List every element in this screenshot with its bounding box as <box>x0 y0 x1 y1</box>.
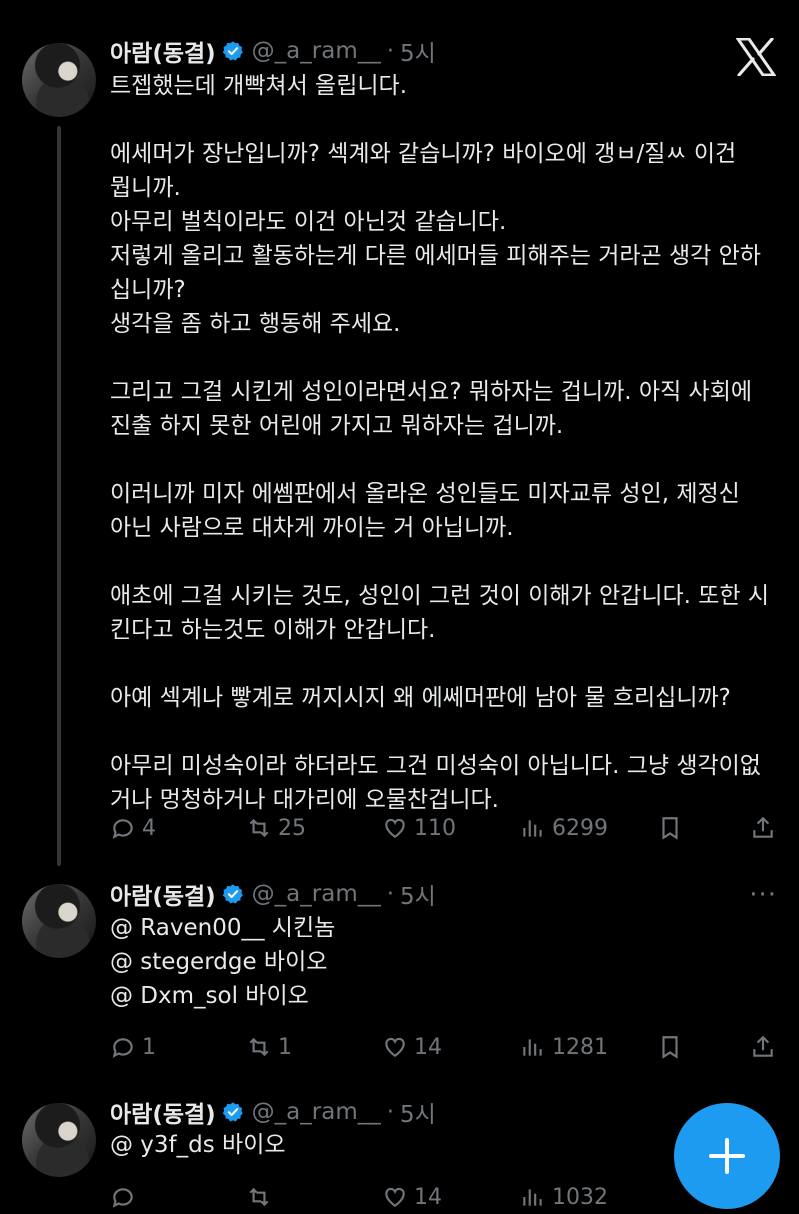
repost-count: 25 <box>278 815 306 841</box>
plus-icon <box>709 1138 745 1174</box>
separator-dot: · <box>386 881 395 907</box>
views-count: 1281 <box>552 1034 608 1060</box>
avatar[interactable] <box>22 1103 96 1177</box>
author-name[interactable]: 아람(동결) <box>110 34 216 68</box>
avatar[interactable] <box>22 884 96 958</box>
author-name[interactable]: 아람(동결) <box>110 877 216 911</box>
text-line: @ Raven00__ 시킨놈 <box>110 915 336 941</box>
text-line: 그리고 그걸 시킨게 성인이라면서요? 뭐하자는 겁니까. 아직 사회에 <box>110 379 753 405</box>
like-button[interactable]: 14 <box>382 1030 442 1064</box>
tweet-time[interactable]: 5시 <box>400 34 436 68</box>
reply-icon <box>112 819 133 839</box>
text-line: 아닌 사람으로 대차게 까이는 거 아닙니까. <box>110 515 514 541</box>
repost-button[interactable] <box>246 1180 278 1214</box>
text-line: 아무리 벌칙이라도 이건 아닌것 같습니다. <box>110 209 507 235</box>
verified-badge-icon <box>222 41 243 61</box>
tweet-actions: 1 1 14 1281 <box>110 1030 780 1064</box>
views-icon <box>523 1189 542 1206</box>
text-line: 트젭했는데 개빡쳐서 올립니다. <box>110 73 408 99</box>
tweet-text: @ Raven00__ 시킨놈 @ stegerdge 바이오 @ Dxm_so… <box>110 911 780 1013</box>
repost-button[interactable]: 25 <box>246 811 306 845</box>
share-button[interactable] <box>750 811 776 845</box>
tweet-header: 아람(동결) @_a_ram__ · 5시 <box>110 34 436 68</box>
tweet-text: 트젭했는데 개빡쳐서 올립니다. 에세머가 장난입니까? 섹계와 같습니까? 바… <box>110 69 780 817</box>
separator-dot: · <box>386 1099 395 1125</box>
views-count: 1032 <box>552 1184 608 1210</box>
like-count: 14 <box>414 1184 442 1210</box>
reply-button[interactable]: 4 <box>110 811 156 845</box>
text-line: 이러니까 미자 에쎔판에서 올라온 성인들도 미자교류 성인, 제정신 <box>110 481 740 507</box>
separator-dot: · <box>386 38 395 64</box>
bookmark-button[interactable] <box>657 1030 683 1064</box>
reply-icon <box>112 1038 133 1058</box>
text-line: 킨다고 하는것도 이해가 안갑니다. <box>110 617 436 643</box>
reply-button[interactable] <box>110 1180 142 1214</box>
like-button[interactable]: 14 <box>382 1180 442 1214</box>
text-line: 십니까? <box>110 277 186 303</box>
text-line: 아무리 미성숙이라 하더라도 그건 미성숙이 아닙니다. 그냥 생각이없 <box>110 753 761 779</box>
views-button[interactable]: 6299 <box>520 811 608 845</box>
text-line: 아예 섹계나 빻계로 꺼지시지 왜 에쎄머판에 남아 물 흐리십니까? <box>110 685 731 711</box>
avatar[interactable] <box>22 43 96 117</box>
text-line: @ Dxm_sol 바이오 <box>110 983 309 1009</box>
like-count: 110 <box>414 815 456 841</box>
author-handle[interactable]: @_a_ram__ <box>252 881 381 907</box>
share-icon <box>753 1035 773 1057</box>
views-count: 6299 <box>552 815 608 841</box>
text-line: 뭡니까. <box>110 175 181 201</box>
thread-line <box>57 126 61 866</box>
repost-icon <box>249 1187 269 1207</box>
reply-count: 1 <box>142 1034 156 1060</box>
repost-icon <box>249 818 269 838</box>
share-icon <box>753 816 773 838</box>
text-line: 진출 하지 못한 어린애 가지고 뭐하자는 겁니까. <box>110 413 564 439</box>
author-handle[interactable]: @_a_ram__ <box>252 1099 381 1125</box>
like-count: 14 <box>414 1034 442 1060</box>
reply-icon <box>112 1188 133 1208</box>
views-button[interactable]: 1281 <box>520 1030 608 1064</box>
tweet-header: 아람(동결) @_a_ram__ · 5시 <box>110 877 436 911</box>
bookmark-icon <box>662 1036 678 1059</box>
author-handle[interactable]: @_a_ram__ <box>252 38 381 64</box>
repost-button[interactable]: 1 <box>246 1030 292 1064</box>
repost-count: 1 <box>278 1034 292 1060</box>
author-name[interactable]: 아람(동결) <box>110 1095 216 1129</box>
status-bar-area <box>0 0 799 18</box>
text-line: 저렇게 올리고 활동하는게 다른 에세머들 피해주는 거라곤 생각 안하 <box>110 243 761 269</box>
heart-icon <box>385 1187 405 1207</box>
heart-icon <box>385 1037 405 1057</box>
tweet-header: 아람(동결) @_a_ram__ · 5시 <box>110 1095 436 1129</box>
compose-button[interactable] <box>674 1103 780 1209</box>
text-line: 애초에 그걸 시키는 것도, 성인이 그런 것이 이해가 안갑니다. 또한 시 <box>110 583 770 609</box>
reply-count: 4 <box>142 815 156 841</box>
more-options-icon[interactable]: ··· <box>749 880 777 910</box>
text-line: 생각을 좀 하고 행동해 주세요. <box>110 311 401 337</box>
verified-badge-icon <box>222 884 243 904</box>
views-icon <box>523 820 542 837</box>
verified-badge-icon <box>222 1102 243 1122</box>
repost-icon <box>249 1037 269 1057</box>
bookmark-icon <box>662 817 678 840</box>
views-button[interactable]: 1032 <box>520 1180 608 1214</box>
tweet-actions: 4 25 110 6299 <box>110 811 780 845</box>
tweet-time[interactable]: 5시 <box>400 1095 436 1129</box>
heart-icon <box>385 818 405 838</box>
tweet-actions: 14 1032 <box>110 1180 780 1214</box>
views-icon <box>523 1039 542 1056</box>
text-line: @ stegerdge 바이오 <box>110 949 328 975</box>
tweet-time[interactable]: 5시 <box>400 877 436 911</box>
share-button[interactable] <box>750 1030 776 1064</box>
reply-button[interactable]: 1 <box>110 1030 156 1064</box>
text-line: 에세머가 장난입니까? 섹계와 같습니까? 바이오에 갱ㅂ/질ㅆ 이건 <box>110 141 737 167</box>
like-button[interactable]: 110 <box>382 811 456 845</box>
bookmark-button[interactable] <box>657 811 683 845</box>
